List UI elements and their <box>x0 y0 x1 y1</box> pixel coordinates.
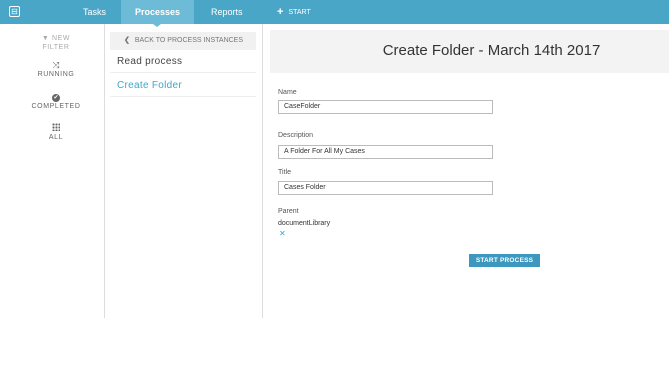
page-title: Create Folder - March 14th 2017 <box>382 42 601 59</box>
title-label: Title <box>278 169 291 176</box>
top-nav-bar: ⊟ Tasks Processes Reports + START <box>0 0 669 24</box>
new-filter-label: NEW <box>51 35 71 42</box>
divider <box>104 24 105 318</box>
tab-reports[interactable]: Reports <box>211 0 243 24</box>
back-to-process-instances[interactable]: ❮ BACK TO PROCESS INSTANCES <box>110 32 256 50</box>
tab-tasks[interactable]: Tasks <box>83 0 106 24</box>
name-field[interactable]: CaseFolder <box>278 100 493 114</box>
filter-completed-label: COMPLETED <box>31 103 81 110</box>
new-filter-button[interactable]: ▼ NEW FILTER <box>22 34 90 52</box>
title-field[interactable]: Cases Folder <box>278 181 493 195</box>
chevron-left-icon: ❮ <box>124 37 130 44</box>
filter-completed[interactable]: ✔ COMPLETED <box>22 91 90 111</box>
description-field[interactable]: A Folder For All My Cases <box>278 145 493 159</box>
tab-processes[interactable]: Processes <box>121 0 194 24</box>
process-item-read-process[interactable]: Read process <box>110 50 256 73</box>
filter-all[interactable]: ALL <box>22 123 90 142</box>
parent-value: documentLibrary <box>278 220 331 227</box>
start-process-button[interactable]: START PROCESS <box>469 254 540 267</box>
home-icon[interactable]: ⊟ <box>9 6 20 17</box>
process-item-create-folder[interactable]: Create Folder <box>110 74 256 97</box>
new-filter-label-2: FILTER <box>42 44 70 51</box>
shuffle-icon: ⤨ <box>52 60 60 70</box>
back-label: BACK TO PROCESS INSTANCES <box>134 37 244 44</box>
remove-icon[interactable]: ✕ <box>279 229 286 238</box>
divider <box>262 24 263 318</box>
filter-running[interactable]: ⤨ RUNNING <box>22 60 90 79</box>
filter-running-label: RUNNING <box>37 71 75 78</box>
active-tab-indicator <box>153 24 161 27</box>
funnel-icon: ▼ <box>41 35 50 42</box>
start-button[interactable]: + START <box>277 0 311 24</box>
filter-all-label: ALL <box>48 134 64 141</box>
form-header: Create Folder - March 14th 2017 <box>270 30 669 73</box>
start-label: START <box>288 9 311 16</box>
description-label: Description <box>278 132 314 139</box>
grid-icon <box>52 123 60 131</box>
plus-icon: + <box>277 6 284 18</box>
filter-sidebar: ▼ NEW FILTER ⤨ RUNNING ✔ COMPLETED ALL <box>22 34 90 150</box>
parent-label: Parent <box>278 208 299 215</box>
name-label: Name <box>278 89 297 96</box>
check-circle-icon: ✔ <box>52 94 60 102</box>
